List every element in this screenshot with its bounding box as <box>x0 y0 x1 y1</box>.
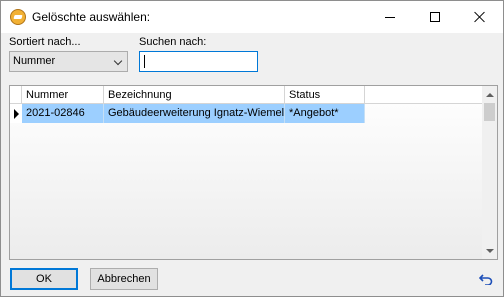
cancel-button[interactable]: Abbrechen <box>90 268 158 290</box>
column-header-status[interactable]: Status <box>285 86 365 104</box>
minimize-button[interactable] <box>367 1 412 33</box>
vertical-scrollbar[interactable] <box>482 86 497 259</box>
scroll-down-button[interactable] <box>482 242 497 259</box>
results-table[interactable]: Nummer Bezeichnung Status 2021-02846 Geb… <box>9 85 498 260</box>
close-icon <box>474 11 486 23</box>
scrollbar-thumb[interactable] <box>484 103 495 121</box>
title-bar: Gelöschte auswählen: <box>1 1 503 33</box>
table-header: Nummer Bezeichnung Status <box>10 86 482 104</box>
undo-icon[interactable] <box>479 273 493 285</box>
app-icon <box>10 9 26 25</box>
table-row[interactable]: 2021-02846 Gebäudeerweiterung Ignatz-Wie… <box>10 104 482 123</box>
maximize-button[interactable] <box>412 1 457 33</box>
sort-dropdown-value: Nummer <box>13 55 56 67</box>
text-caret <box>144 55 145 68</box>
cell-bezeichnung[interactable]: Gebäudeerweiterung Ignatz-Wiemel <box>104 104 285 123</box>
close-button[interactable] <box>457 1 502 33</box>
sort-dropdown[interactable]: Nummer <box>9 51 128 72</box>
dialog-window: Gelöschte auswählen: Sortiert nach... Su… <box>0 0 504 297</box>
minimize-icon <box>384 16 395 18</box>
column-header-nummer[interactable]: Nummer <box>22 86 104 104</box>
cell-nummer[interactable]: 2021-02846 <box>22 104 104 123</box>
search-input[interactable] <box>139 51 258 72</box>
ok-button[interactable]: OK <box>10 268 78 290</box>
row-pointer-icon <box>13 108 19 119</box>
maximize-icon <box>429 12 440 22</box>
row-selector[interactable] <box>10 104 22 123</box>
arrow-down-icon <box>485 248 494 253</box>
arrow-up-icon <box>485 92 494 97</box>
scroll-up-button[interactable] <box>482 86 497 103</box>
row-selector-header[interactable] <box>10 86 22 104</box>
column-header-bezeichnung[interactable]: Bezeichnung <box>104 86 285 104</box>
cell-status[interactable]: *Angebot* <box>285 104 365 123</box>
search-label: Suchen nach: <box>139 36 207 48</box>
chevron-down-icon <box>113 56 123 66</box>
window-title: Gelöschte auswählen: <box>32 10 151 24</box>
sort-label: Sortiert nach... <box>9 36 81 48</box>
